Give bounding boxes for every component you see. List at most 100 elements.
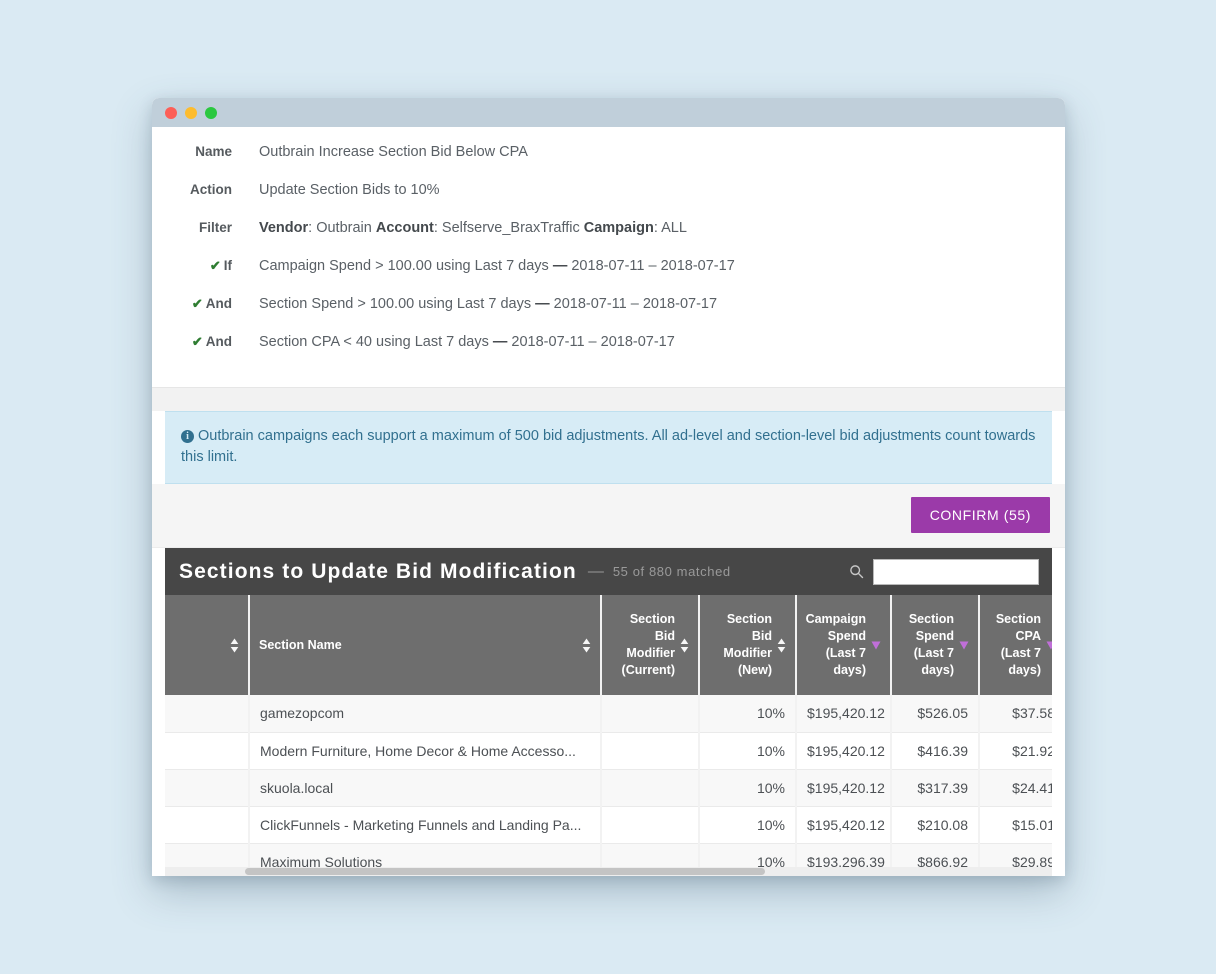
table-body: iogamezopcom10%$195,420.12$526.05$37.58i… xyxy=(165,695,1052,876)
column-header-scpa[interactable]: Section CPA (Last 7 days) xyxy=(979,595,1052,695)
info-circle-icon: i xyxy=(181,430,194,443)
table-head: Section Name Section Bid Modifier (Curren… xyxy=(165,595,1052,695)
cell-sspend: $317.39 xyxy=(891,769,979,806)
panel-separator xyxy=(152,387,1065,411)
cell-scpa: $24.41 xyxy=(979,769,1052,806)
check-icon: ✔ xyxy=(192,334,203,349)
detail-label: ✔And xyxy=(167,295,232,314)
cell-domain: io xyxy=(165,806,249,843)
column-header-sspend[interactable]: Section Spend (Last 7 days) xyxy=(891,595,979,695)
cell-camp: $195,420.12 xyxy=(796,732,891,769)
cell-new: 10% xyxy=(699,806,796,843)
sort-both-icon[interactable] xyxy=(777,638,786,653)
cell-camp: $195,420.12 xyxy=(796,695,891,732)
detail-value: Update Section Bids to 10% xyxy=(259,179,440,200)
sort-descending-icon[interactable] xyxy=(1046,641,1052,650)
sort-both-icon[interactable] xyxy=(230,638,239,653)
table-row[interactable]: ioClickFunnels - Marketing Funnels and L… xyxy=(165,806,1052,843)
app-window: Name Outbrain Increase Section Bid Below … xyxy=(152,98,1065,876)
cell-sspend: $210.08 xyxy=(891,806,979,843)
minimize-window-button[interactable] xyxy=(185,107,197,119)
cell-domain: io xyxy=(165,769,249,806)
cell-scpa: $15.01 xyxy=(979,806,1052,843)
table-section-header: Sections to Update Bid Modification — 55… xyxy=(165,548,1052,595)
horizontal-scrollbar[interactable] xyxy=(165,867,1052,876)
detail-row: Filter Vendor: Outbrain Account: Selfserv… xyxy=(152,217,1065,255)
detail-label: Filter xyxy=(167,219,232,238)
detail-value: Section Spend > 100.00 using Last 7 days… xyxy=(259,293,717,314)
cell-cur xyxy=(601,806,699,843)
detail-row: ✔If Campaign Spend > 100.00 using Last 7 … xyxy=(152,255,1065,293)
table-scroll-container[interactable]: Section Name Section Bid Modifier (Curren… xyxy=(165,595,1052,876)
cell-cur xyxy=(601,732,699,769)
column-header-new[interactable]: Section Bid Modifier (New) xyxy=(699,595,796,695)
cell-scpa: $21.92 xyxy=(979,732,1052,769)
table-search xyxy=(849,559,1039,585)
cell-sspend: $416.39 xyxy=(891,732,979,769)
horizontal-scrollbar-thumb[interactable] xyxy=(245,868,765,875)
sections-table: Section Name Section Bid Modifier (Curren… xyxy=(165,595,1052,876)
table-header-row: Section Name Section Bid Modifier (Curren… xyxy=(165,595,1052,695)
column-header-label: Section Bid Modifier (New) xyxy=(709,611,772,679)
detail-label: Name xyxy=(167,143,232,162)
column-header-name[interactable]: Section Name xyxy=(249,595,601,695)
cell-new: 10% xyxy=(699,732,796,769)
check-icon: ✔ xyxy=(210,258,221,273)
cell-domain: io xyxy=(165,695,249,732)
detail-row: ✔And Section Spend > 100.00 using Last 7 … xyxy=(152,293,1065,331)
detail-row: Name Outbrain Increase Section Bid Below … xyxy=(152,141,1065,179)
column-header-label: Campaign Spend (Last 7 days) xyxy=(806,611,866,679)
table-row[interactable]: ioModern Furniture, Home Decor & Home Ac… xyxy=(165,732,1052,769)
table-title-dash: — xyxy=(588,563,604,581)
detail-label: Action xyxy=(167,181,232,200)
column-header-domain[interactable] xyxy=(165,595,249,695)
detail-value: Section CPA < 40 using Last 7 days — 201… xyxy=(259,331,675,352)
sort-descending-icon[interactable] xyxy=(871,641,881,650)
detail-value: Vendor: Outbrain Account: Selfserve_Brax… xyxy=(259,217,687,238)
cell-cur xyxy=(601,695,699,732)
cell-name: skuola.local xyxy=(249,769,601,806)
check-icon: ✔ xyxy=(192,296,203,311)
cell-name: gamezopcom xyxy=(249,695,601,732)
cell-new: 10% xyxy=(699,695,796,732)
detail-label: ✔And xyxy=(167,333,232,352)
cell-new: 10% xyxy=(699,769,796,806)
cell-camp: $195,420.12 xyxy=(796,806,891,843)
cell-name: ClickFunnels - Marketing Funnels and Lan… xyxy=(249,806,601,843)
window-content: Name Outbrain Increase Section Bid Below … xyxy=(152,127,1065,876)
sort-descending-icon[interactable] xyxy=(959,641,969,650)
search-input[interactable] xyxy=(873,559,1039,585)
maximize-window-button[interactable] xyxy=(205,107,217,119)
column-header-cur[interactable]: Section Bid Modifier (Current) xyxy=(601,595,699,695)
cell-cur xyxy=(601,769,699,806)
window-titlebar[interactable] xyxy=(152,98,1065,127)
column-header-label: Section Name xyxy=(259,637,342,654)
cell-scpa: $37.58 xyxy=(979,695,1052,732)
cell-domain: io xyxy=(165,732,249,769)
detail-value: Outbrain Increase Section Bid Below CPA xyxy=(259,141,528,162)
detail-value: Campaign Spend > 100.00 using Last 7 day… xyxy=(259,255,735,276)
info-alert: iOutbrain campaigns each support a maxim… xyxy=(165,411,1052,484)
table-row[interactable]: ioskuola.local10%$195,420.12$317.39$24.4… xyxy=(165,769,1052,806)
rule-details-panel: Name Outbrain Increase Section Bid Below … xyxy=(152,127,1065,387)
table-title: Sections to Update Bid Modification xyxy=(179,560,577,584)
column-header-camp[interactable]: Campaign Spend (Last 7 days) xyxy=(796,595,891,695)
confirm-button[interactable]: CONFIRM (55) xyxy=(911,497,1050,533)
column-header-label: Section CPA (Last 7 days) xyxy=(989,611,1041,679)
cell-sspend: $526.05 xyxy=(891,695,979,732)
matched-count-label: 55 of 880 matched xyxy=(613,564,731,579)
sort-both-icon[interactable] xyxy=(680,638,689,653)
column-header-label: Section Bid Modifier (Current) xyxy=(611,611,675,679)
info-alert-text: Outbrain campaigns each support a maximu… xyxy=(181,428,1035,465)
detail-row: Action Update Section Bids to 10% xyxy=(152,179,1065,217)
desktop-background: Name Outbrain Increase Section Bid Below … xyxy=(0,0,1216,974)
search-icon xyxy=(849,564,864,579)
cell-name: Modern Furniture, Home Decor & Home Acce… xyxy=(249,732,601,769)
sort-both-icon[interactable] xyxy=(582,638,591,653)
detail-row: ✔And Section CPA < 40 using Last 7 days —… xyxy=(152,331,1065,369)
column-header-label: Section Spend (Last 7 days) xyxy=(901,611,954,679)
confirm-bar: CONFIRM (55) xyxy=(152,484,1065,548)
close-window-button[interactable] xyxy=(165,107,177,119)
detail-label: ✔If xyxy=(167,257,232,276)
table-row[interactable]: iogamezopcom 10%$195,420.12$526.05$37.58 xyxy=(165,695,1052,732)
